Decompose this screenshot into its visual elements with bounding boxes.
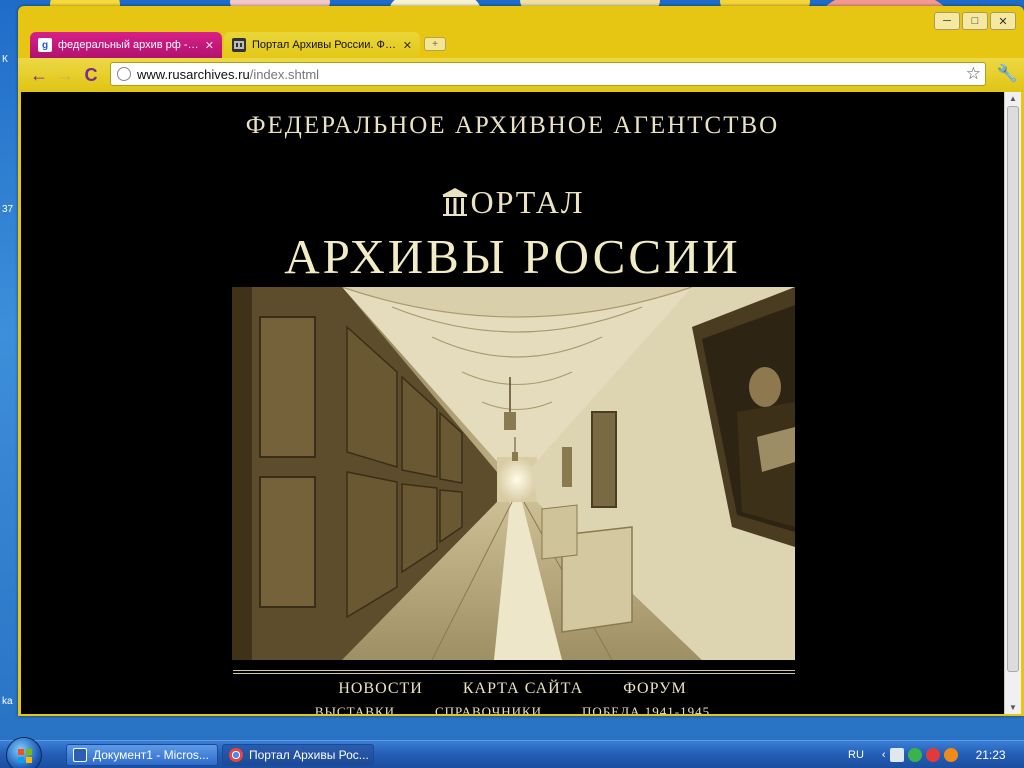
tab-title: Портал Архивы России. Феде	[252, 39, 399, 51]
desktop-icon-label[interactable]: ka	[2, 696, 13, 707]
wrench-menu-icon[interactable]: 🔧	[997, 64, 1018, 84]
reload-button[interactable]: C	[80, 64, 102, 86]
browser-window: g федеральный архив рф - Поі ✕ Портал Ар…	[18, 6, 1024, 716]
security-check-icon[interactable]	[907, 748, 922, 762]
page-viewport: ФЕДЕРАЛЬНОЕ АРХИВНОЕ АГЕНТСТВО ОРТАЛ АРХ…	[21, 92, 1004, 714]
taskbar-item-browser[interactable]: Портал Архивы Рос...	[222, 744, 374, 766]
task-label: Документ1 - Micros...	[93, 748, 209, 762]
word-document-icon	[73, 748, 87, 762]
forward-button[interactable]: →	[54, 64, 76, 86]
close-window-button[interactable]: ✕	[990, 12, 1016, 30]
language-indicator[interactable]: RU	[848, 749, 864, 761]
primary-menu: НОВОСТИ КАРТА САЙТА ФОРУМ	[21, 680, 1004, 698]
nav-link-sitemap[interactable]: КАРТА САЙТА	[463, 680, 583, 698]
tab-search[interactable]: g федеральный архив рф - Поі ✕	[30, 32, 222, 58]
nav-link-news[interactable]: НОВОСТИ	[338, 680, 423, 698]
close-tab-icon[interactable]: ✕	[403, 39, 412, 52]
start-button[interactable]	[6, 737, 42, 768]
minimize-button[interactable]: ─	[934, 12, 960, 30]
taskbar-item-word[interactable]: Документ1 - Micros...	[66, 744, 218, 766]
secondary-menu: ВЫСТАВКИ СПРАВОЧНИКИ ПОБЕДА.1941-1945	[21, 704, 1004, 714]
bookmark-star-icon[interactable]: ☆	[966, 64, 981, 84]
archive-favicon-icon	[232, 38, 246, 52]
chrome-icon	[229, 748, 243, 762]
clock[interactable]: 21:23	[976, 748, 1006, 762]
agency-title: ФЕДЕРАЛЬНОЕ АРХИВНОЕ АГЕНТСТВО	[245, 112, 780, 139]
back-button[interactable]: ←	[28, 64, 50, 86]
tray-app-icon[interactable]	[925, 748, 940, 762]
scroll-down-icon[interactable]: ▼	[1008, 703, 1018, 712]
update-icon[interactable]	[943, 748, 958, 762]
taskbar: Документ1 - Micros... Портал Архивы Рос.…	[0, 737, 1024, 768]
close-tab-icon[interactable]: ✕	[205, 39, 214, 52]
archives-title: АРХИВЫ РОССИИ	[284, 229, 741, 284]
nav-link-victory[interactable]: ПОБЕДА.1941-1945	[582, 704, 710, 714]
portal-title: ОРТАЛ	[470, 184, 585, 220]
google-favicon-icon: g	[38, 38, 52, 52]
window-controls: ─ □ ✕	[934, 12, 1016, 30]
tab-portal[interactable]: Портал Архивы России. Феде ✕	[224, 32, 420, 58]
tab-title: федеральный архив рф - Поі	[58, 39, 201, 51]
scroll-thumb[interactable]	[1007, 106, 1019, 672]
nav-link-exhibitions[interactable]: ВЫСТАВКИ	[315, 704, 395, 714]
portal-heading: ОРТАЛ	[21, 184, 1004, 221]
divider-line	[233, 673, 795, 674]
vertical-scrollbar[interactable]: ▲ ▼	[1004, 92, 1021, 714]
divider-line	[233, 670, 795, 671]
archive-corridor-photo	[232, 287, 795, 660]
maximize-button[interactable]: □	[962, 12, 988, 30]
address-bar[interactable]: www.rusarchives.ru/index.shtml ☆	[110, 62, 986, 86]
new-tab-button[interactable]: +	[424, 37, 446, 51]
desktop-icon-label[interactable]: 37	[2, 204, 13, 215]
tab-strip: g федеральный архив рф - Поі ✕ Портал Ар…	[18, 6, 1024, 58]
nav-link-forum[interactable]: ФОРУМ	[623, 680, 686, 698]
windows-logo-icon	[18, 749, 32, 763]
tray-expand-icon[interactable]: ‹	[882, 749, 886, 761]
desktop-icon-label[interactable]: К	[2, 54, 8, 65]
nav-link-references[interactable]: СПРАВОЧНИКИ	[435, 704, 542, 714]
url-text: www.rusarchives.ru/index.shtml	[137, 66, 320, 82]
task-label: Портал Архивы Рос...	[249, 748, 369, 762]
scroll-up-icon[interactable]: ▲	[1008, 94, 1018, 103]
network-icon[interactable]	[889, 748, 904, 762]
system-tray: RU ‹ 21:23	[844, 741, 1024, 768]
browser-toolbar: ← → C www.rusarchives.ru/index.shtml ☆ 🔧	[18, 58, 1024, 92]
portal-temple-icon	[440, 186, 470, 216]
globe-icon	[117, 67, 131, 81]
